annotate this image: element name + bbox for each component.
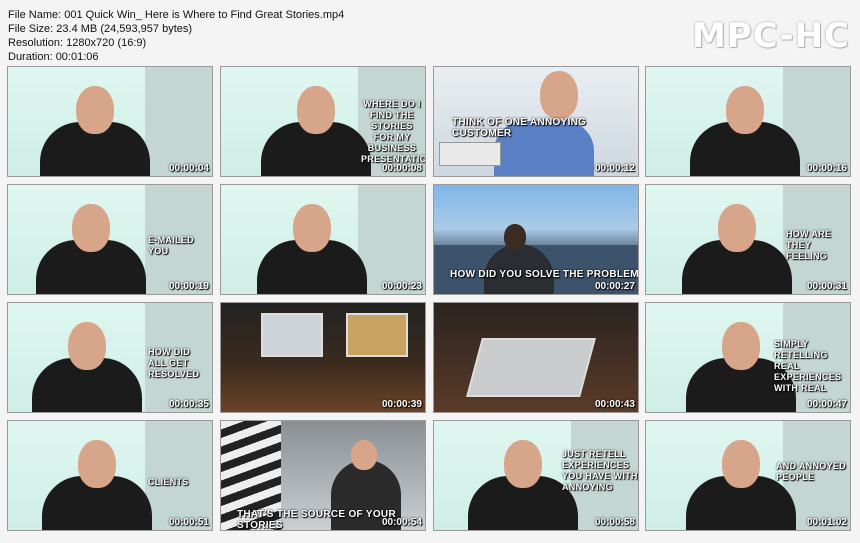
caption: HOW DID ALL GET RESOLVED: [148, 347, 200, 379]
timestamp: 00:00:47: [806, 399, 847, 410]
timestamp: 00:00:31: [806, 281, 847, 292]
timestamp: 00:00:19: [168, 281, 209, 292]
caption: HOW ARE THEY FEELING: [786, 229, 832, 261]
caption: CLIENTS: [148, 477, 189, 487]
timestamp: 00:00:23: [381, 281, 422, 292]
thumbnail[interactable]: HOW DID ALL GET RESOLVED 00:00:35: [7, 302, 213, 413]
thumbnail[interactable]: 00:00:16: [645, 66, 851, 177]
timestamp: 00:00:58: [594, 517, 635, 528]
thumbnail[interactable]: WHERE DO I FIND THE STORIES FOR MY BUSIN…: [220, 66, 426, 177]
timestamp: 00:00:35: [168, 399, 209, 410]
thumbnail[interactable]: 00:00:04: [7, 66, 213, 177]
caption: E-MAILED YOU: [148, 235, 194, 256]
caption: THINK OF ONE ANNOYING CUSTOMER: [452, 117, 587, 139]
thumbnail[interactable]: E-MAILED YOU 00:00:19: [7, 184, 213, 295]
thumbnail[interactable]: 00:00:39: [220, 302, 426, 413]
thumbnail[interactable]: HOW ARE THEY FEELING 00:00:31: [645, 184, 851, 295]
file-info: File Name: 001 Quick Win_ Here is Where …: [8, 8, 344, 64]
caption: SIMPLY RETELLING REAL EXPERIENCES WITH R…: [774, 339, 842, 393]
timestamp: 00:00:43: [594, 399, 635, 410]
thumbnail[interactable]: AND ANNOYED PEOPLE 00:01:02: [645, 420, 851, 531]
thumbnail[interactable]: 00:00:23: [220, 184, 426, 295]
timestamp: 00:00:27: [594, 281, 635, 292]
timestamp: 00:00:39: [381, 399, 422, 410]
caption: HOW DID YOU SOLVE THE PROBLEM: [450, 269, 639, 280]
timestamp: 00:00:04: [168, 163, 209, 174]
timestamp: 00:00:51: [168, 517, 209, 528]
timestamp: 00:01:02: [806, 517, 847, 528]
file-name: File Name: 001 Quick Win_ Here is Where …: [8, 9, 345, 21]
thumbnail[interactable]: THINK OF ONE ANNOYING CUSTOMER 00:00:12: [433, 66, 639, 177]
file-size: File Size: 23.4 MB (24,593,957 bytes): [8, 23, 193, 35]
caption: WHERE DO I FIND THE STORIES FOR MY BUSIN…: [361, 99, 426, 164]
thumbnail[interactable]: CLIENTS 00:00:51: [7, 420, 213, 531]
resolution: Resolution: 1280x720 (16:9): [8, 37, 147, 49]
thumbnail[interactable]: HOW DID YOU SOLVE THE PROBLEM 00:00:27: [433, 184, 639, 295]
caption: JUST RETELL EXPERIENCES YOU HAVE WITH AN…: [562, 449, 638, 492]
duration: Duration: 00:01:06: [8, 51, 99, 63]
mpc-hc-logo: MPC-HC: [691, 16, 850, 56]
thumbnail[interactable]: 00:00:43: [433, 302, 639, 413]
timestamp: 00:00:16: [806, 163, 847, 174]
thumbnail[interactable]: THAT'S THE SOURCE OF YOUR STORIES 00:00:…: [220, 420, 426, 531]
thumbnail[interactable]: SIMPLY RETELLING REAL EXPERIENCES WITH R…: [645, 302, 851, 413]
timestamp: 00:00:12: [594, 163, 635, 174]
thumbnail[interactable]: JUST RETELL EXPERIENCES YOU HAVE WITH AN…: [433, 420, 639, 531]
timestamp: 00:00:08: [381, 163, 422, 174]
caption: AND ANNOYED PEOPLE: [776, 461, 846, 482]
timestamp: 00:00:54: [381, 517, 422, 528]
